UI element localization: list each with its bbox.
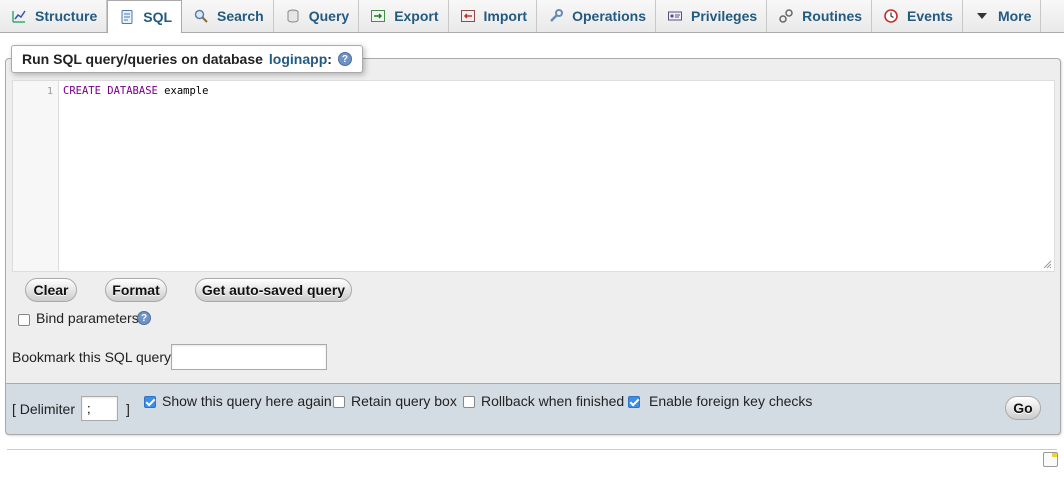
import-icon	[460, 8, 476, 24]
resize-grip-icon[interactable]	[1043, 260, 1052, 269]
tab-import[interactable]: Import	[449, 0, 538, 32]
tab-structure[interactable]: Structure	[0, 0, 108, 32]
tab-more[interactable]: More	[963, 0, 1042, 32]
clock-icon	[883, 8, 899, 24]
bind-parameters-label[interactable]: Bind parameters	[36, 310, 139, 326]
sql-keyword: CREATE	[63, 85, 101, 97]
note-icon[interactable]	[1043, 452, 1058, 467]
legend-text: Run SQL query/queries on database	[22, 51, 263, 67]
divider	[7, 449, 1057, 450]
sql-identifier: example	[164, 85, 209, 97]
tab-label: Events	[907, 8, 953, 24]
bookmark-label: Bookmark this SQL query:	[12, 349, 175, 365]
sql-editor[interactable]: 1 CREATE DATABASE example	[12, 80, 1055, 272]
line-number: 1	[46, 86, 53, 97]
tab-label: Operations	[572, 8, 646, 24]
sql-icon	[119, 9, 135, 25]
tab-label: Routines	[802, 8, 863, 24]
tab-label: Import	[483, 8, 528, 24]
rollback-label[interactable]: Rollback when finished	[481, 393, 624, 409]
go-button[interactable]: Go	[1005, 396, 1041, 420]
triangle-down-icon	[974, 8, 990, 24]
tab-operations[interactable]: Operations	[537, 0, 656, 32]
sql-code-line[interactable]: CREATE DATABASE example	[63, 85, 208, 97]
database-link[interactable]: loginapp	[269, 51, 327, 67]
tab-label: Query	[308, 8, 350, 24]
routines-icon	[778, 8, 794, 24]
tab-sql[interactable]: SQL	[107, 0, 183, 33]
help-icon[interactable]: ?	[337, 52, 352, 66]
delimiter-label-close: ]	[126, 401, 130, 417]
query-options-footer	[5, 383, 1061, 435]
privileges-icon	[667, 8, 683, 24]
wrench-icon	[548, 8, 564, 24]
show-query-again-label[interactable]: Show this query here again	[162, 393, 332, 409]
export-icon	[370, 8, 386, 24]
rollback-checkbox[interactable]	[463, 396, 475, 408]
retain-query-box-label[interactable]: Retain query box	[351, 393, 457, 409]
structure-icon	[11, 8, 27, 24]
tab-events[interactable]: Events	[872, 0, 963, 32]
tab-query[interactable]: Query	[274, 0, 360, 32]
tab-label: More	[997, 8, 1032, 24]
tab-privileges[interactable]: Privileges	[656, 0, 768, 32]
tab-bar: Structure SQL Search Query Export Import	[0, 0, 1064, 33]
tab-search[interactable]: Search	[182, 0, 274, 32]
line-number-gutter: 1	[13, 81, 59, 271]
tab-label: Privileges	[691, 8, 758, 24]
foreign-key-checks-label[interactable]: Enable foreign key checks	[649, 393, 812, 409]
tab-label: Structure	[35, 8, 98, 24]
delimiter-label: [ Delimiter	[12, 401, 76, 417]
help-icon[interactable]: ?	[137, 311, 151, 325]
query-icon	[285, 8, 301, 24]
fieldset-legend: Run SQL query/queries on database logina…	[11, 45, 363, 73]
tab-label: SQL	[143, 9, 173, 25]
legend-colon: :	[327, 51, 332, 67]
retain-query-box-checkbox[interactable]	[333, 396, 345, 408]
sql-keyword: DATABASE	[107, 85, 158, 97]
foreign-key-checks-checkbox[interactable]	[628, 396, 640, 408]
bookmark-input[interactable]	[171, 344, 327, 370]
search-icon	[193, 8, 209, 24]
tab-label: Export	[394, 8, 439, 24]
format-button[interactable]: Format	[105, 278, 167, 302]
delimiter-input[interactable]	[81, 396, 118, 421]
show-query-again-checkbox[interactable]	[144, 396, 156, 408]
tab-routines[interactable]: Routines	[767, 0, 873, 32]
bind-parameters-checkbox[interactable]	[18, 314, 30, 326]
get-auto-saved-query-button[interactable]: Get auto-saved query	[195, 278, 352, 302]
tab-label: Search	[217, 8, 264, 24]
clear-button[interactable]: Clear	[25, 278, 77, 302]
tab-export[interactable]: Export	[359, 0, 449, 32]
